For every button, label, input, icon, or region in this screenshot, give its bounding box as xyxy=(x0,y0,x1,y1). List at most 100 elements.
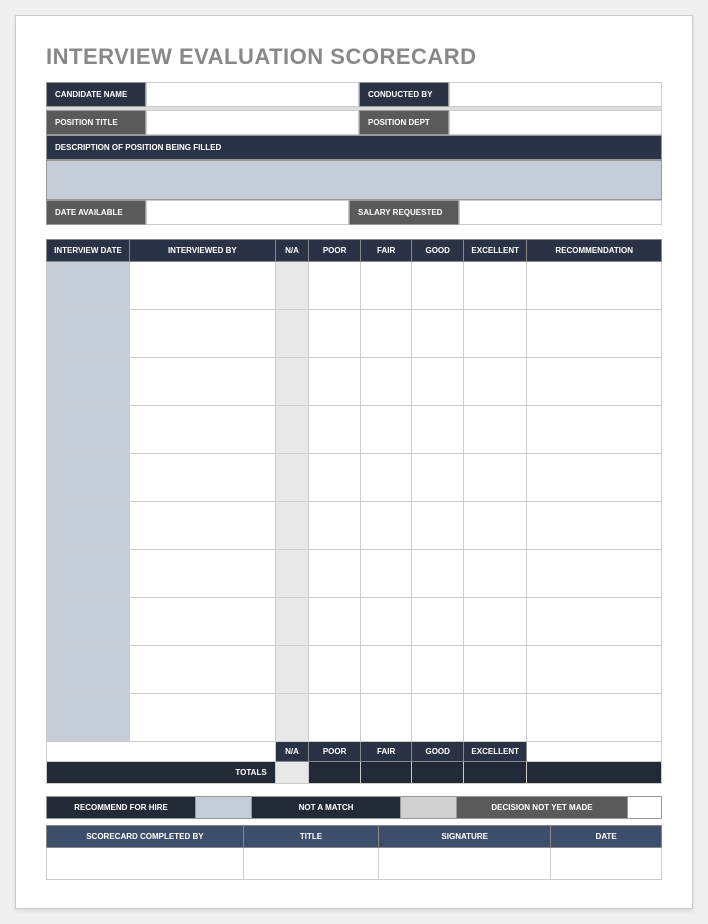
cell-recommendation[interactable] xyxy=(527,502,662,550)
cell-poor[interactable] xyxy=(309,406,361,454)
cell-by[interactable] xyxy=(129,454,275,502)
cell-by[interactable] xyxy=(129,694,275,742)
cell-recommendation[interactable] xyxy=(527,646,662,694)
cell-fair[interactable] xyxy=(360,454,412,502)
input-salary-requested[interactable] xyxy=(459,200,662,225)
cell-good[interactable] xyxy=(412,694,464,742)
cell-excellent[interactable] xyxy=(464,502,527,550)
cell-recommendation[interactable] xyxy=(527,550,662,598)
cell-excellent[interactable] xyxy=(464,358,527,406)
cell-by[interactable] xyxy=(129,646,275,694)
cell-recommendation[interactable] xyxy=(527,694,662,742)
input-completed-by[interactable] xyxy=(47,848,244,880)
cell-na[interactable] xyxy=(275,646,309,694)
cell-na[interactable] xyxy=(275,694,309,742)
cell-excellent[interactable] xyxy=(464,406,527,454)
cell-excellent[interactable] xyxy=(464,694,527,742)
cell-poor[interactable] xyxy=(309,454,361,502)
input-position-dept[interactable] xyxy=(449,110,662,135)
cell-excellent[interactable] xyxy=(464,646,527,694)
cell-good[interactable] xyxy=(412,262,464,310)
input-position-title[interactable] xyxy=(146,110,359,135)
cell-fair[interactable] xyxy=(360,262,412,310)
checkbox-not-match[interactable] xyxy=(400,797,456,818)
cell-poor[interactable] xyxy=(309,646,361,694)
cell-good[interactable] xyxy=(412,550,464,598)
cell-poor[interactable] xyxy=(309,502,361,550)
cell-excellent[interactable] xyxy=(464,310,527,358)
checkbox-recommend-hire[interactable] xyxy=(195,797,251,818)
cell-good[interactable] xyxy=(412,454,464,502)
cell-excellent[interactable] xyxy=(464,262,527,310)
cell-na[interactable] xyxy=(275,310,309,358)
cell-recommendation[interactable] xyxy=(527,310,662,358)
cell-poor[interactable] xyxy=(309,358,361,406)
cell-poor[interactable] xyxy=(309,550,361,598)
label-position-dept: POSITION DEPT xyxy=(359,110,449,135)
input-signature[interactable] xyxy=(379,848,551,880)
cell-na[interactable] xyxy=(275,358,309,406)
cell-fair[interactable] xyxy=(360,358,412,406)
cell-recommendation[interactable] xyxy=(527,262,662,310)
cell-good[interactable] xyxy=(412,406,464,454)
cell-excellent[interactable] xyxy=(464,598,527,646)
cell-fair[interactable] xyxy=(360,646,412,694)
cell-good[interactable] xyxy=(412,598,464,646)
ft-good: GOOD xyxy=(412,742,464,762)
cell-excellent[interactable] xyxy=(464,550,527,598)
cell-fair[interactable] xyxy=(360,310,412,358)
cell-good[interactable] xyxy=(412,358,464,406)
cell-poor[interactable] xyxy=(309,694,361,742)
cell-by[interactable] xyxy=(129,502,275,550)
cell-good[interactable] xyxy=(412,646,464,694)
cell-fair[interactable] xyxy=(360,406,412,454)
cell-fair[interactable] xyxy=(360,550,412,598)
cell-poor[interactable] xyxy=(309,262,361,310)
cell-na[interactable] xyxy=(275,502,309,550)
cell-na[interactable] xyxy=(275,598,309,646)
cell-good[interactable] xyxy=(412,310,464,358)
cell-na[interactable] xyxy=(275,454,309,502)
input-candidate-name[interactable] xyxy=(146,82,359,107)
input-description[interactable] xyxy=(46,160,662,200)
cell-by[interactable] xyxy=(129,262,275,310)
cell-by[interactable] xyxy=(129,550,275,598)
cell-fair[interactable] xyxy=(360,598,412,646)
input-sig-title[interactable] xyxy=(243,848,378,880)
th-excellent: EXCELLENT xyxy=(464,240,527,262)
checkbox-not-yet[interactable] xyxy=(627,797,661,818)
cell-date[interactable] xyxy=(47,646,130,694)
cell-date[interactable] xyxy=(47,262,130,310)
cell-by[interactable] xyxy=(129,310,275,358)
input-conducted-by[interactable] xyxy=(449,82,662,107)
cell-good[interactable] xyxy=(412,502,464,550)
cell-date[interactable] xyxy=(47,310,130,358)
cell-na[interactable] xyxy=(275,406,309,454)
th-signature: SIGNATURE xyxy=(379,826,551,848)
cell-na[interactable] xyxy=(275,262,309,310)
input-date-available[interactable] xyxy=(146,200,349,225)
cell-na[interactable] xyxy=(275,550,309,598)
cell-fair[interactable] xyxy=(360,694,412,742)
cell-poor[interactable] xyxy=(309,598,361,646)
cell-date[interactable] xyxy=(47,454,130,502)
input-sig-date[interactable] xyxy=(551,848,662,880)
cell-date[interactable] xyxy=(47,694,130,742)
cell-recommendation[interactable] xyxy=(527,454,662,502)
cell-fair[interactable] xyxy=(360,502,412,550)
cell-recommendation[interactable] xyxy=(527,406,662,454)
cell-date[interactable] xyxy=(47,406,130,454)
cell-excellent[interactable] xyxy=(464,454,527,502)
cell-by[interactable] xyxy=(129,358,275,406)
cell-by[interactable] xyxy=(129,598,275,646)
cell-recommendation[interactable] xyxy=(527,358,662,406)
cell-poor[interactable] xyxy=(309,310,361,358)
cell-recommendation[interactable] xyxy=(527,598,662,646)
cell-date[interactable] xyxy=(47,550,130,598)
ft-poor: POOR xyxy=(309,742,361,762)
cell-date[interactable] xyxy=(47,358,130,406)
cell-by[interactable] xyxy=(129,406,275,454)
page-title: INTERVIEW EVALUATION SCORECARD xyxy=(46,44,662,70)
cell-date[interactable] xyxy=(47,502,130,550)
cell-date[interactable] xyxy=(47,598,130,646)
